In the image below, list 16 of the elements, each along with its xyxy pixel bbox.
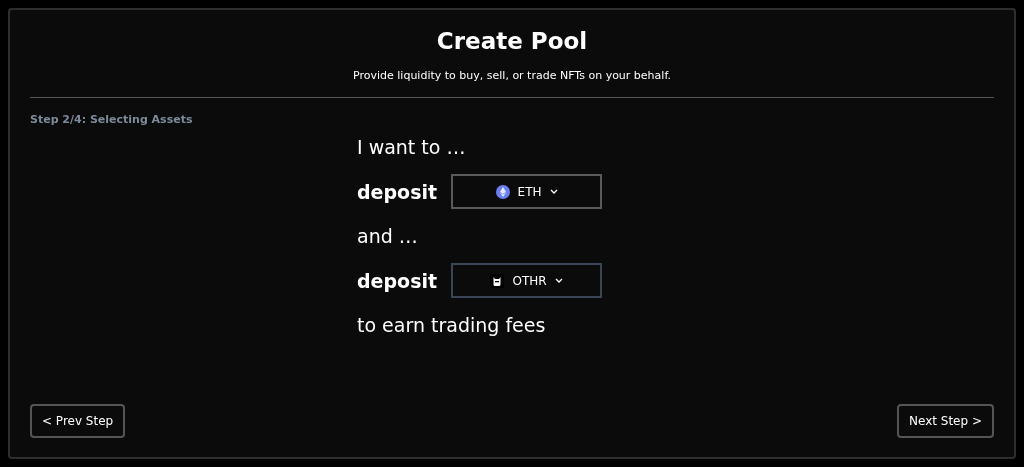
action-label: deposit — [357, 269, 438, 292]
next-step-button[interactable]: Next Step > — [897, 404, 994, 438]
prompt-text: to earn trading fees — [357, 314, 546, 336]
creature-icon — [490, 273, 505, 288]
prompt-text: I want to … — [357, 136, 466, 158]
token-dropdown[interactable]: OTHR — [451, 263, 603, 298]
ethereum-icon — [495, 184, 510, 199]
chevron-down-icon — [549, 189, 558, 194]
page-subtitle: Provide liquidity to buy, sell, or trade NFTs on your behalf. — [353, 69, 671, 82]
page-title: Create Pool — [436, 28, 588, 54]
step-label: Step 2/4: Selecting Assets — [30, 113, 193, 126]
chevron-down-icon — [554, 278, 563, 283]
action-label: deposit — [357, 180, 438, 203]
token-dropdown[interactable]: ETH — [451, 174, 603, 209]
prompt-text: and … — [357, 225, 418, 247]
prev-step-button[interactable]: < Prev Step — [30, 404, 126, 438]
